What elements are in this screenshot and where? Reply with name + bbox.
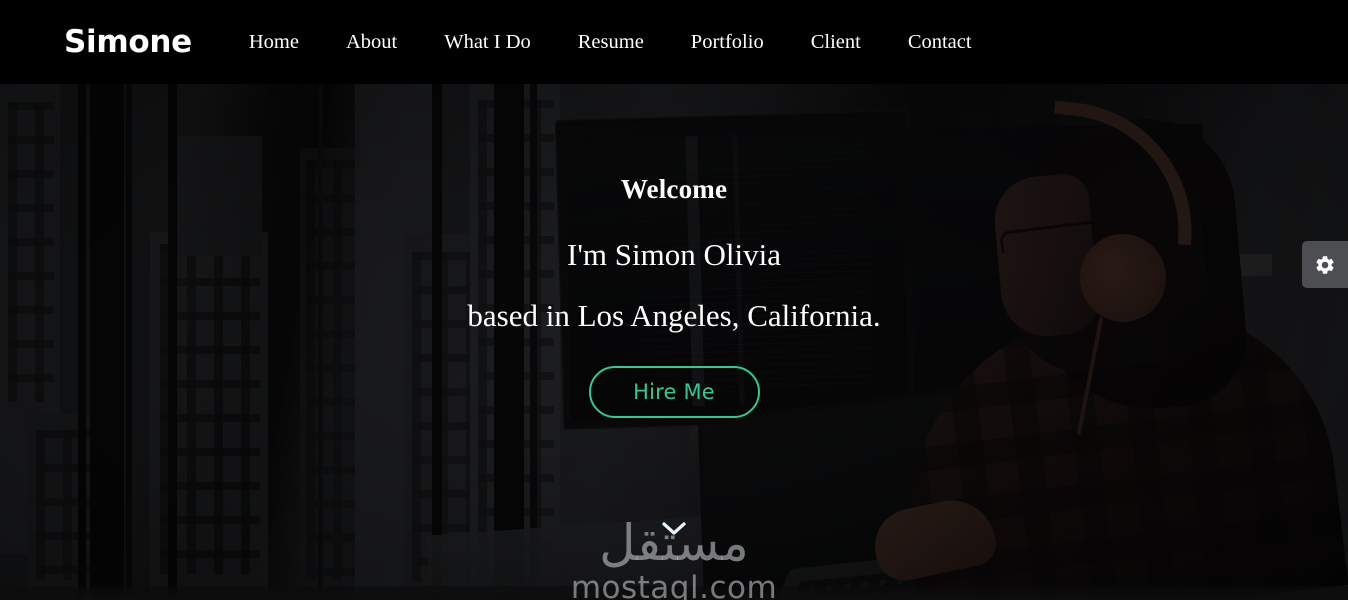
nav-item-about[interactable]: About xyxy=(346,32,397,53)
nav-item-client[interactable]: Client xyxy=(811,32,861,53)
nav-item-what-i-do[interactable]: What I Do xyxy=(444,32,531,53)
main-navigation: Home About What I Do Resume Portfolio Cl… xyxy=(249,32,972,53)
hero-location-line: based in Los Angeles, California. xyxy=(467,298,881,333)
nav-item-resume[interactable]: Resume xyxy=(578,32,644,53)
hire-me-button[interactable]: Hire Me xyxy=(588,366,760,418)
nav-item-contact[interactable]: Contact xyxy=(908,32,972,53)
site-header: Simone Home About What I Do Resume Portf… xyxy=(0,0,1348,84)
settings-panel-toggle[interactable] xyxy=(1302,241,1348,288)
gear-icon xyxy=(1316,255,1334,274)
page-root: Simone Home About What I Do Resume Portf… xyxy=(0,0,1348,600)
nav-item-portfolio[interactable]: Portfolio xyxy=(691,32,764,53)
hero-welcome-heading: Welcome xyxy=(620,174,728,204)
chevron-down-icon[interactable] xyxy=(662,522,686,536)
nav-item-home[interactable]: Home xyxy=(249,32,299,53)
hero-name-line: I'm Simon Olivia xyxy=(567,237,781,272)
hero-section: Welcome I'm Simon Olivia based in Los An… xyxy=(0,84,1348,600)
site-logo[interactable]: Simone xyxy=(64,26,192,58)
